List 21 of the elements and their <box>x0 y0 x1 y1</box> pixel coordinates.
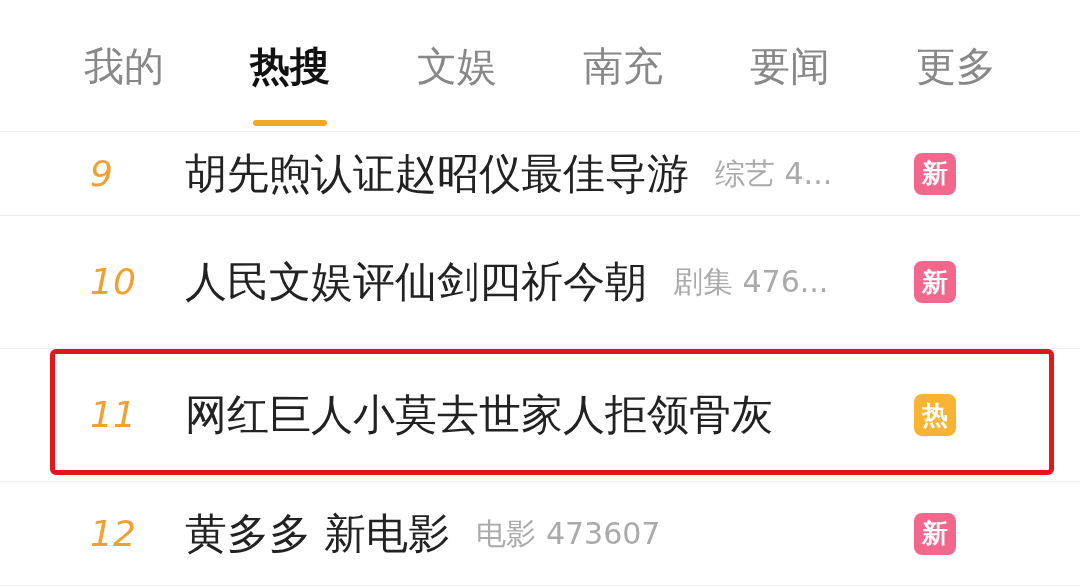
rank-number: 12 <box>90 515 137 552</box>
tab[interactable]: 更多 <box>915 45 996 86</box>
badge: 新 <box>914 261 956 303</box>
category-count: 剧集 476... <box>673 267 829 297</box>
rank-number: 9 <box>90 155 114 192</box>
tab[interactable]: 文娱 <box>416 45 497 86</box>
tab[interactable]: 热搜 <box>250 45 331 86</box>
rank-number: 11 <box>90 397 137 433</box>
badge: 热 <box>914 394 956 436</box>
topic-title[interactable]: 胡先煦认证赵昭仪最佳导游 <box>185 152 689 195</box>
topic-title[interactable]: 网红巨人小莫去世家人拒领骨灰 <box>185 394 773 436</box>
tab[interactable]: 南充 <box>583 45 664 86</box>
topic-title[interactable]: 黄多多 新电影 <box>185 512 451 555</box>
category-count: 综艺 4... <box>715 158 833 189</box>
tab[interactable]: 要闻 <box>749 45 830 86</box>
rank-number: 10 <box>90 264 137 300</box>
badge: 新 <box>914 512 956 555</box>
tab[interactable]: 我的 <box>84 45 164 86</box>
badge: 新 <box>914 152 956 195</box>
category-count: 电影 473607 <box>476 518 661 549</box>
topic-title[interactable]: 人民文娱评仙剑四祈今朝 <box>185 261 647 303</box>
